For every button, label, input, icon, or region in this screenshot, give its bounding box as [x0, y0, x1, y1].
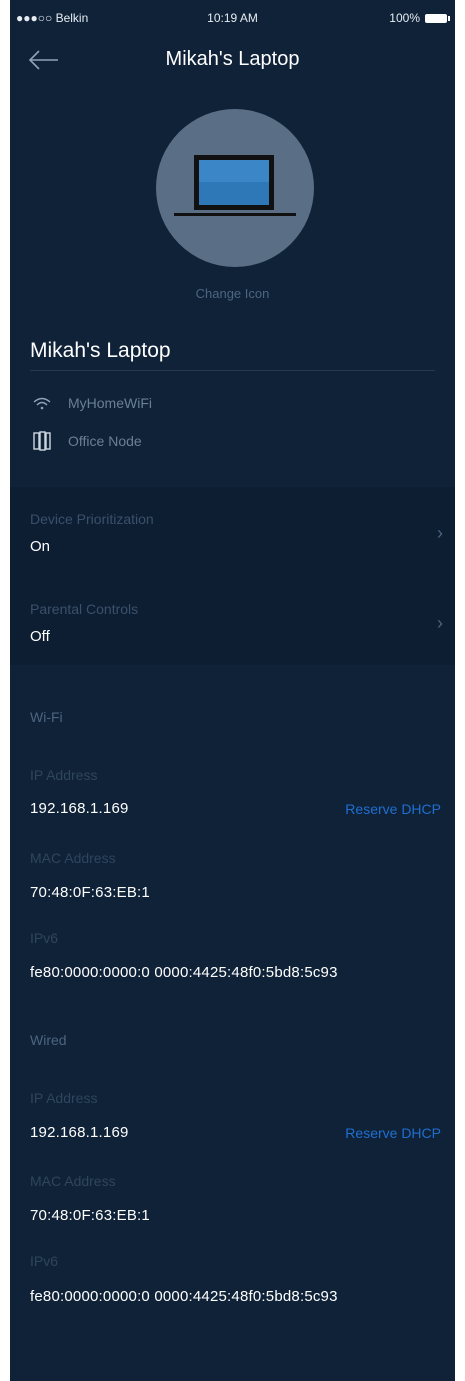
parental-controls-row[interactable]: Parental Controls Off ›: [10, 577, 455, 665]
change-icon-link[interactable]: Change Icon: [10, 286, 455, 301]
settings-panel: Device Prioritization On › Parental Cont…: [10, 487, 455, 665]
wired-ip-value: 192.168.1.169: [30, 1124, 129, 1141]
wifi-section-header: Wi-Fi: [30, 709, 63, 725]
setting-label: Parental Controls: [30, 601, 139, 617]
wired-ipv6-label: IPv6: [30, 1253, 59, 1269]
battery-status: 100%: [389, 11, 450, 25]
wifi-ipv6-value: fe80:0000:0000:0 0000:4425:48f0:5bd8:5c9…: [30, 964, 338, 981]
wifi-ip-value: 192.168.1.169: [30, 800, 129, 817]
wired-ipv6-value: fe80:0000:0000:0 0000:4425:48f0:5bd8:5c9…: [30, 1288, 338, 1305]
setting-value: On: [30, 538, 51, 555]
network-name: MyHomeWiFi: [68, 395, 152, 411]
setting-label: Device Prioritization: [30, 511, 154, 527]
nav-bar: Mikah's Laptop: [10, 38, 455, 82]
wired-section-header: Wired: [30, 1032, 67, 1048]
wifi-ipv6-label: IPv6: [30, 930, 59, 946]
divider: [30, 370, 435, 371]
device-prioritization-row[interactable]: Device Prioritization On ›: [10, 487, 455, 575]
wired-mac-value: 70:48:0F:63:EB:1: [30, 1207, 150, 1224]
chevron-right-icon: ›: [437, 523, 443, 543]
laptop-icon: [174, 155, 296, 216]
wired-reserve-dhcp-link[interactable]: Reserve DHCP: [345, 1125, 441, 1141]
wired-ip-label: IP Address: [30, 1090, 98, 1106]
device-avatar[interactable]: [156, 109, 314, 267]
chevron-right-icon: ›: [437, 613, 443, 633]
node-icon: [30, 431, 54, 451]
network-row: MyHomeWiFi: [30, 391, 152, 415]
wifi-mac-label: MAC Address: [30, 850, 116, 866]
device-name[interactable]: Mikah's Laptop: [30, 339, 171, 363]
device-detail-screen: ●●●○○ Belkin 10:19 AM 100% Mikah's Lapto…: [10, 0, 455, 1381]
battery-icon: [425, 13, 450, 23]
node-name: Office Node: [68, 433, 142, 449]
wifi-icon: [30, 393, 54, 413]
node-row: Office Node: [30, 429, 142, 453]
wifi-ip-label: IP Address: [30, 767, 98, 783]
status-time: 10:19 AM: [207, 11, 258, 25]
wifi-mac-value: 70:48:0F:63:EB:1: [30, 884, 150, 901]
battery-percent: 100%: [389, 11, 420, 25]
wired-mac-label: MAC Address: [30, 1173, 116, 1189]
setting-value: Off: [30, 628, 50, 645]
wifi-reserve-dhcp-link[interactable]: Reserve DHCP: [345, 801, 441, 817]
page-title: Mikah's Laptop: [165, 48, 300, 70]
status-bar: ●●●○○ Belkin 10:19 AM 100%: [10, 0, 455, 38]
